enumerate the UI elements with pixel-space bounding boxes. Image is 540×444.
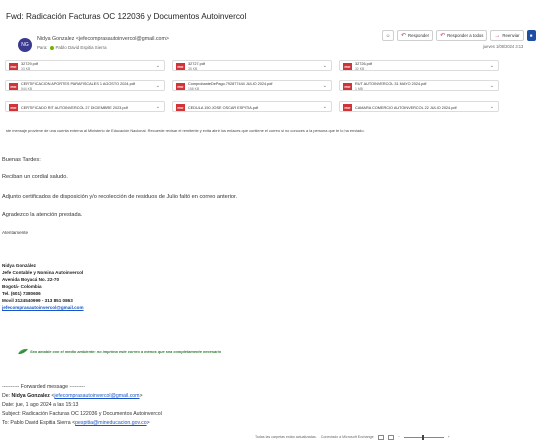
reply-icon: ↶ [401, 33, 407, 39]
reply-all-button[interactable]: ↶ Responder a todos [436, 30, 488, 41]
attachment[interactable]: PDF 32726.pdf 32 KB ⌄ [339, 60, 499, 71]
signature-email-link[interactable]: jefecomprasautoinvercol@gmail.com [2, 305, 84, 310]
leaf-icon [18, 348, 28, 355]
body-greeting: Buenas Tardes: [2, 157, 41, 163]
forwarded-header: ---------- Forwarded message --------- [2, 384, 85, 390]
forward-button[interactable]: → Reenviar [490, 30, 524, 41]
pdf-file-icon: PDF [9, 83, 18, 90]
email-date: jueves 1/08/2024 3:13 [483, 44, 524, 49]
avatar[interactable]: NG [18, 38, 32, 52]
normal-view-icon[interactable] [377, 434, 384, 440]
zoom-in-button[interactable]: + [448, 435, 450, 439]
reply-all-icon: ↶ [440, 33, 446, 39]
pdf-file-icon: PDF [9, 104, 18, 111]
attachment[interactable]: PDF RUT AUTOINVERCOL 31 MAYO 2024.pdf 1 … [339, 80, 499, 91]
body-closing: Atentamente [2, 230, 29, 235]
chevron-down-icon[interactable]: ⌄ [323, 104, 327, 110]
reading-view-icon[interactable] [387, 434, 394, 440]
chevron-down-icon[interactable]: ⌄ [490, 104, 494, 110]
chevron-down-icon[interactable]: ⌄ [156, 104, 160, 110]
body-cordial: Reciban un cordial saludo. [2, 174, 68, 180]
pdf-file-icon: PDF [343, 63, 352, 70]
attachment[interactable]: PDF ComprobanteDePago.792877444 JULIO 20… [172, 80, 332, 91]
zoom-out-button[interactable]: − [398, 435, 400, 439]
chevron-down-icon[interactable]: ⌄ [156, 63, 160, 69]
forward-icon: → [494, 32, 501, 39]
recipient-line: Para: Pablo David Espitia Sierra [37, 45, 107, 50]
attachment[interactable]: PDF CEDULA 150 JOSE OSCAR ESPITIA.pdf ⌄ [172, 101, 332, 112]
chevron-down-icon[interactable]: ⌄ [323, 83, 327, 89]
pdf-file-icon: PDF [343, 83, 352, 90]
reply-button[interactable]: ↶ Responder [397, 30, 434, 41]
status-bar: Todas las carpetas están actualizadas. C… [255, 432, 540, 442]
pdf-file-icon: PDF [343, 104, 352, 111]
attachment[interactable]: PDF CERTIFICADO RIT AUTOINVERCOL 27 DICI… [5, 101, 165, 112]
chevron-down-icon[interactable]: ⌄ [490, 63, 494, 69]
attachment[interactable]: PDF CERTIFICACION APORTES PARAFISCALES 1… [5, 80, 165, 91]
attachment[interactable]: PDF 32727.pdf 35 KB ⌄ [172, 60, 332, 71]
smiley-icon: ☺ [385, 33, 391, 38]
sender-line[interactable]: Nidya Gonzalez <jefecomprasautoinvercol@… [37, 36, 169, 42]
teams-share-button[interactable]: ■ [526, 30, 536, 41]
body-thanks: Agradezco la atención prestada. [2, 212, 83, 218]
attachment[interactable]: PDF CAMARA COMERCIO AUTOINVERCOL 22 JULI… [339, 101, 499, 112]
forwarded-date: Date: jue, 1 ago 2024 a las 15:13 [2, 402, 79, 408]
chevron-down-icon[interactable]: ⌄ [156, 83, 160, 89]
forwarded-to-email-link[interactable]: pespitia@mineducacion.gov.co [75, 420, 147, 426]
message-actions: ☺ ↶ Responder ↶ Responder a todos → Reenvia… [382, 30, 536, 41]
external-sender-warning: ste mensaje proviene de una cuenta exter… [6, 128, 365, 133]
to-name[interactable]: Pablo David Espitia Sierra [56, 45, 107, 50]
body-attached-note: Adjunto certificados de disposición y/o … [2, 194, 238, 200]
chevron-down-icon[interactable]: ⌄ [490, 83, 494, 89]
emoji-reaction-button[interactable]: ☺ [382, 30, 394, 41]
signature-role: Jefe Contable y Nomina Autoinvercol [2, 270, 84, 275]
eco-note: Sea amable con el medio ambiente: no imp… [18, 348, 221, 355]
signature-address: Avenida Boyacá No. 22-70 [2, 277, 60, 282]
sync-status: Todas las carpetas están actualizadas. [255, 435, 317, 439]
forwarded-to: To: Pablo David Espitia Sierra <pespitia… [2, 420, 150, 426]
zoom-slider-thumb[interactable] [421, 434, 424, 440]
teams-icon: ■ [529, 33, 533, 38]
chevron-down-icon[interactable]: ⌄ [323, 63, 327, 69]
pdf-file-icon: PDF [176, 104, 185, 111]
connection-status: Conectado a Microsoft Exchange [320, 435, 374, 439]
signature-phone: Tel. (601) 7380606 [2, 291, 41, 296]
forwarded-from: De: Nidya Gonzalez <jefecomprasautoinver… [2, 393, 143, 399]
forwarded-from-email-link[interactable]: jefecomprasautoinvercol@gmail.com [54, 393, 139, 399]
pdf-file-icon: PDF [176, 63, 185, 70]
to-label: Para: [37, 45, 48, 50]
signature-name: Nidya González [2, 263, 36, 268]
zoom-slider[interactable] [403, 434, 444, 440]
signature-mobile: Movil 3124540999 - 313 851 0863 [2, 298, 73, 303]
attachment[interactable]: PDF 32729.pdf 33 KB ⌄ [5, 60, 165, 71]
signature-city: Bogotá- Colombia [2, 284, 42, 289]
presence-dot-icon [49, 45, 54, 50]
email-subject: Fwd: Radicación Facturas OC 122036 y Doc… [6, 12, 247, 21]
pdf-file-icon: PDF [176, 83, 185, 90]
forwarded-subject: Subject: Radicación Facturas OC 122036 y… [2, 411, 162, 417]
pdf-file-icon: PDF [9, 63, 18, 70]
